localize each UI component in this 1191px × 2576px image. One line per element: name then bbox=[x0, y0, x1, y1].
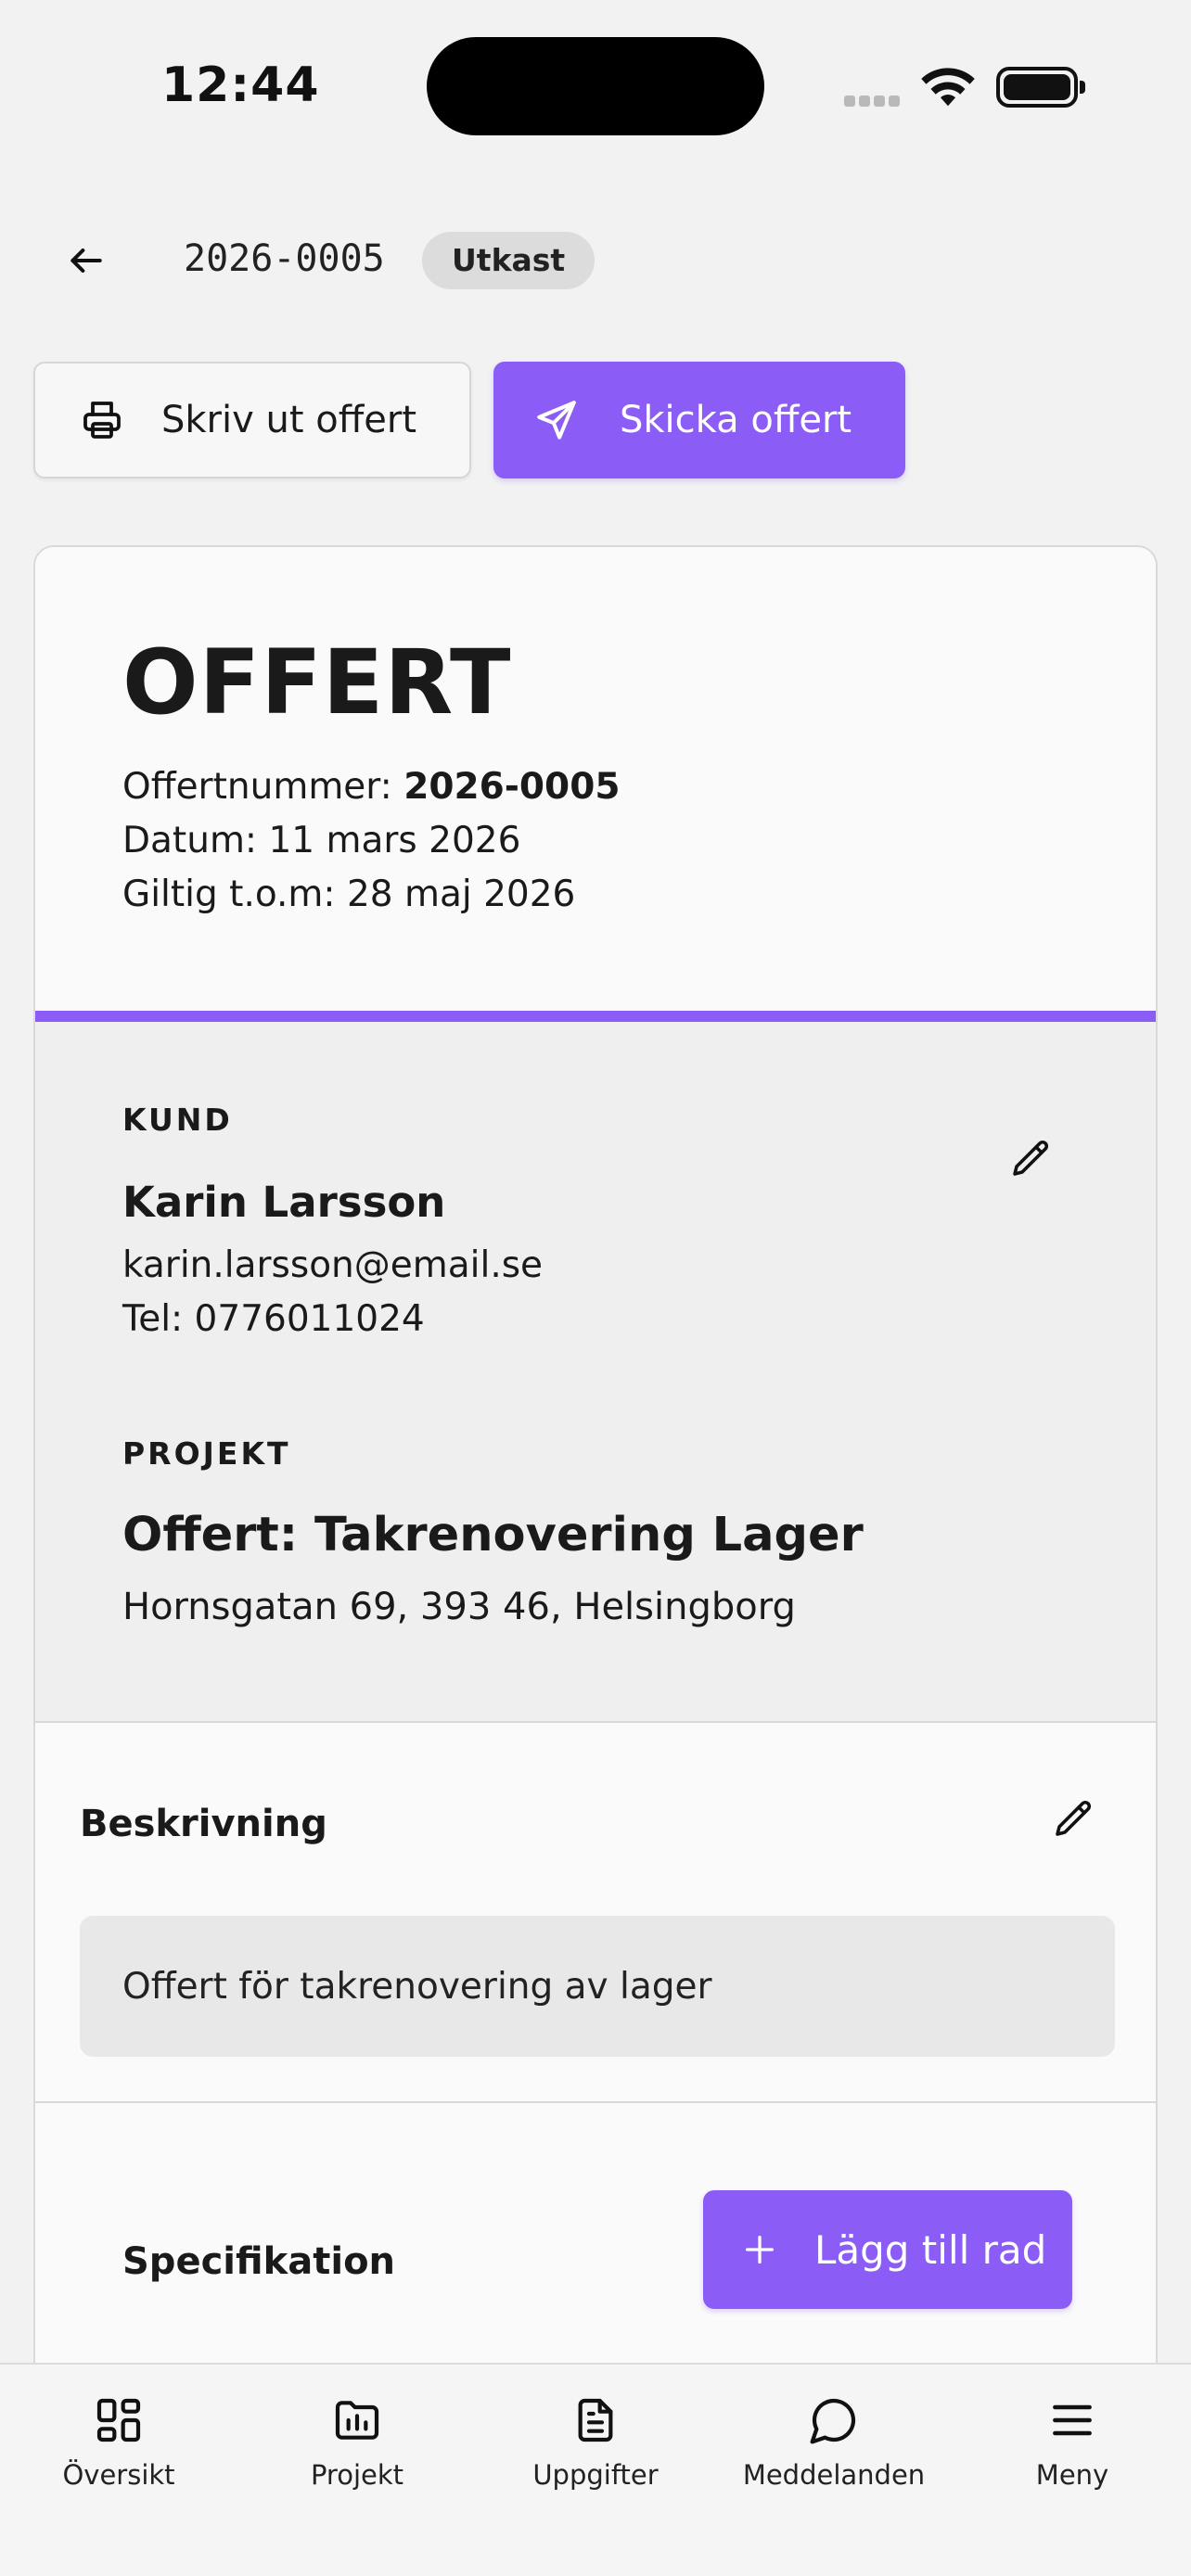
project-title: Offert: Takrenovering Lager bbox=[122, 1508, 864, 1562]
chat-bubble-icon bbox=[806, 2392, 862, 2448]
description-text-box: Offert för takrenovering av lager bbox=[80, 1916, 1115, 2057]
customer-section-label: KUND bbox=[122, 1102, 233, 1138]
offer-number-label: Offertnummer: bbox=[122, 766, 404, 808]
print-offer-label: Skriv ut offert bbox=[161, 399, 417, 441]
send-offer-label: Skicka offert bbox=[620, 399, 852, 441]
specification-title: Specifikation bbox=[122, 2240, 396, 2283]
offer-card: OFFERT Offertnummer: 2026-0005 Datum: 11… bbox=[33, 545, 1158, 2576]
nav-label: Uppgifter bbox=[532, 2459, 659, 2491]
status-bar: 12:44 bbox=[0, 0, 1191, 176]
page-header: 2026-0005 Utkast bbox=[0, 219, 1191, 302]
offer-title: OFFERT bbox=[122, 631, 512, 734]
printer-icon bbox=[78, 396, 126, 444]
print-offer-button[interactable]: Skriv ut offert bbox=[33, 362, 471, 478]
grid-icon bbox=[91, 2392, 147, 2448]
offer-number-value: 2026-0005 bbox=[403, 766, 621, 808]
offer-valid-until: Giltig t.o.m: 28 maj 2026 bbox=[122, 874, 576, 915]
arrow-left-icon bbox=[70, 248, 102, 274]
description-section: Beskrivning Offert för takrenovering av … bbox=[35, 1723, 1156, 2103]
project-section-label: PROJEKT bbox=[122, 1435, 291, 1472]
dynamic-island bbox=[427, 37, 764, 135]
customer-email: karin.larsson@email.se bbox=[122, 1244, 544, 1286]
status-time: 12:44 bbox=[161, 57, 320, 113]
customer-name: Karin Larsson bbox=[122, 1178, 446, 1227]
send-icon bbox=[532, 396, 581, 444]
bottom-navigation: Översikt Projekt Uppgifter Meddelanden M… bbox=[0, 2363, 1191, 2576]
app-screen: 12:44 2026-0005 Utkast Skriv ut offert S… bbox=[0, 0, 1191, 2576]
offer-header: OFFERT Offertnummer: 2026-0005 Datum: 11… bbox=[35, 547, 1156, 1011]
document-number: 2026-0005 bbox=[184, 237, 385, 280]
folder-chart-icon bbox=[329, 2392, 385, 2448]
offer-date: Datum: 11 mars 2026 bbox=[122, 820, 521, 861]
nav-item-meny[interactable]: Meny bbox=[961, 2392, 1184, 2491]
status-badge: Utkast bbox=[422, 232, 596, 289]
customer-project-section: KUND Karin Larsson karin.larsson@email.s… bbox=[35, 1022, 1156, 1723]
accent-divider bbox=[35, 1011, 1156, 1022]
pencil-icon bbox=[1013, 1140, 1049, 1176]
offer-number-line: Offertnummer: 2026-0005 bbox=[122, 766, 620, 808]
nav-item-projekt[interactable]: Projekt bbox=[246, 2392, 468, 2491]
add-row-label: Lägg till rad bbox=[814, 2226, 1047, 2273]
description-text: Offert för takrenovering av lager bbox=[122, 1965, 712, 2008]
customer-phone: Tel: 0776011024 bbox=[122, 1298, 425, 1340]
add-row-button[interactable]: Lägg till rad bbox=[703, 2190, 1072, 2309]
back-button[interactable] bbox=[59, 234, 113, 287]
battery-icon bbox=[996, 67, 1085, 108]
nav-label: Meny bbox=[1035, 2459, 1109, 2491]
edit-customer-button[interactable] bbox=[1005, 1133, 1057, 1185]
nav-label: Meddelanden bbox=[742, 2459, 926, 2491]
pencil-icon bbox=[1056, 1800, 1092, 1836]
description-title: Beskrivning bbox=[80, 1803, 327, 1845]
edit-description-button[interactable] bbox=[1048, 1793, 1100, 1845]
nav-item-meddelanden[interactable]: Meddelanden bbox=[723, 2392, 945, 2491]
nav-label: Projekt bbox=[310, 2459, 404, 2491]
nav-label: Översikt bbox=[62, 2459, 175, 2491]
nav-item-oversikt[interactable]: Översikt bbox=[7, 2392, 230, 2491]
send-offer-button[interactable]: Skicka offert bbox=[493, 362, 905, 478]
project-address: Hornsgatan 69, 393 46, Helsingborg bbox=[122, 1586, 796, 1628]
cellular-signal-icon bbox=[844, 93, 903, 110]
wifi-icon bbox=[920, 65, 976, 111]
nav-item-uppgifter[interactable]: Uppgifter bbox=[484, 2392, 707, 2491]
hamburger-icon bbox=[1044, 2392, 1100, 2448]
document-icon bbox=[568, 2392, 623, 2448]
plus-icon bbox=[738, 2228, 781, 2271]
